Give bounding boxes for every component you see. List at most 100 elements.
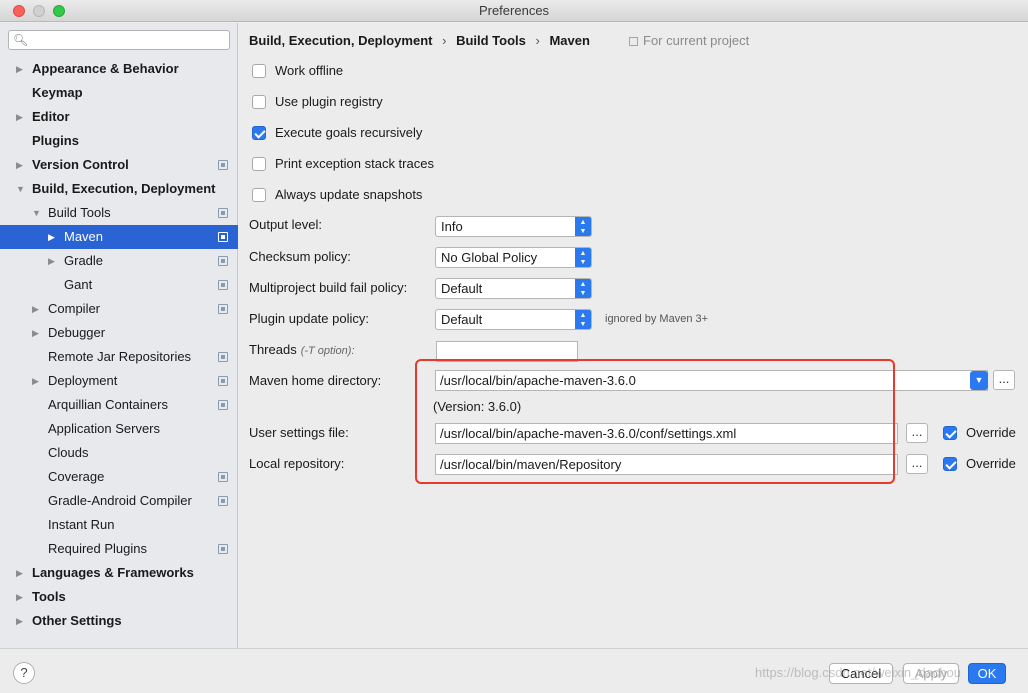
ignored-note: ignored by Maven 3+ — [605, 313, 709, 325]
sidebar-item-gradle[interactable]: ▶ Gradle — [0, 249, 238, 273]
sidebar-item-version-control[interactable]: ▶ Version Control — [0, 153, 238, 177]
expanded-arrow-icon[interactable]: ▼ — [16, 177, 25, 201]
collapsed-arrow-icon[interactable]: ▶ — [48, 249, 55, 273]
sidebar-item-label: Gant — [64, 277, 93, 292]
sidebar-item-build-tools[interactable]: ▼ Build Tools — [0, 201, 238, 225]
user-settings-input[interactable] — [440, 425, 893, 442]
local-repository-input[interactable] — [440, 456, 893, 473]
settings-sidebar: 🔍︎ ▶ Appearance & Behavior Keymap ▶ Editor Pl… — [0, 23, 238, 648]
multiproject-fail-policy-select[interactable]: Default ▲ ▼ — [435, 278, 592, 299]
project-scope-icon — [218, 376, 228, 386]
sidebar-item-label: Build, Execution, Deployment — [32, 181, 216, 196]
sidebar-item-label: Clouds — [48, 445, 89, 460]
settings-search-input[interactable] — [35, 32, 225, 48]
sidebar-item-maven[interactable]: ▶ Maven — [0, 225, 238, 249]
sidebar-item-label: Debugger — [48, 325, 106, 340]
collapsed-arrow-icon[interactable]: ▶ — [32, 297, 39, 321]
threads-field[interactable] — [436, 341, 578, 362]
sidebar-item-plugins[interactable]: Plugins — [0, 129, 238, 153]
sidebar-item-label: Required Plugins — [48, 541, 148, 556]
sidebar-item-keymap[interactable]: Keymap — [0, 81, 238, 105]
local-repository-browse-button[interactable]: ... — [906, 454, 928, 474]
maven-home-label: Maven home directory: — [249, 373, 382, 388]
sidebar-item-label: Editor — [32, 109, 70, 124]
cancel-button[interactable]: Cancel — [829, 663, 893, 684]
dialog-button-bar: ? Cancel Apply OK https://blog.csdn.net/… — [0, 648, 1028, 693]
search-icon[interactable]: 🔍︎ — [13, 33, 28, 47]
collapsed-arrow-icon[interactable]: ▶ — [16, 609, 23, 633]
close-window-button[interactable] — [13, 5, 25, 17]
sidebar-item-label: Appearance & Behavior — [32, 61, 179, 76]
project-scope-icon — [218, 544, 228, 554]
collapsed-arrow-icon[interactable]: ▶ — [16, 57, 23, 81]
collapsed-arrow-icon[interactable]: ▶ — [16, 561, 23, 585]
sidebar-item-clouds[interactable]: Clouds — [0, 441, 238, 465]
checkbox-label: Always update snapshots — [275, 187, 423, 202]
maven-home-input[interactable] — [440, 372, 983, 389]
collapsed-arrow-icon[interactable]: ▶ — [32, 369, 39, 393]
checkbox-label: Use plugin registry — [275, 94, 383, 109]
help-button[interactable]: ? — [13, 662, 35, 684]
plugin-update-policy-select[interactable]: Default ▲ ▼ — [435, 309, 592, 330]
sidebar-item-coverage[interactable]: Coverage — [0, 465, 238, 489]
checkbox-box[interactable] — [252, 157, 266, 171]
sidebar-item-deployment[interactable]: ▶ Deployment — [0, 369, 238, 393]
sidebar-item-languages-frameworks[interactable]: ▶ Languages & Frameworks — [0, 561, 238, 585]
collapsed-arrow-icon[interactable]: ▶ — [16, 153, 23, 177]
sidebar-item-arquillian-containers[interactable]: Arquillian Containers — [0, 393, 238, 417]
local-repository-field[interactable] — [435, 454, 898, 475]
maven-home-browse-button[interactable]: ... — [993, 370, 1015, 390]
select-value: Info — [441, 219, 463, 234]
user-settings-browse-button[interactable]: ... — [906, 423, 928, 443]
sidebar-item-tools[interactable]: ▶ Tools — [0, 585, 238, 609]
collapsed-arrow-icon[interactable]: ▶ — [16, 105, 23, 129]
maximize-window-button[interactable] — [53, 5, 65, 17]
sidebar-item-application-servers[interactable]: Application Servers — [0, 417, 238, 441]
expanded-arrow-icon[interactable]: ▼ — [32, 201, 41, 225]
checkbox-box[interactable] — [252, 188, 266, 202]
user-settings-field[interactable] — [435, 423, 898, 444]
project-scope-icon — [218, 304, 228, 314]
sidebar-item-remote-jar-repositories[interactable]: Remote Jar Repositories — [0, 345, 238, 369]
collapsed-arrow-icon[interactable]: ▶ — [48, 225, 55, 249]
sidebar-item-editor[interactable]: ▶ Editor — [0, 105, 238, 129]
project-scope-icon — [218, 232, 228, 242]
sidebar-item-other-settings[interactable]: ▶ Other Settings — [0, 609, 238, 633]
updown-arrows-icon[interactable]: ▲ ▼ — [575, 310, 591, 329]
checkbox-box[interactable] — [943, 426, 957, 440]
sidebar-item-required-plugins[interactable]: Required Plugins — [0, 537, 238, 561]
output-level-label: Output level: — [249, 217, 322, 232]
maven-home-combobox[interactable] — [435, 370, 988, 391]
breadcrumb-separator: › — [535, 33, 540, 48]
updown-arrows-icon[interactable]: ▲ ▼ — [575, 217, 591, 236]
project-scope-icon — [218, 400, 228, 410]
minimize-window-button[interactable] — [33, 5, 45, 17]
collapsed-arrow-icon[interactable]: ▶ — [32, 321, 39, 345]
chevron-down-icon[interactable]: ▼ — [970, 371, 988, 390]
sidebar-item-compiler[interactable]: ▶ Compiler — [0, 297, 238, 321]
sidebar-item-gant[interactable]: Gant — [0, 273, 238, 297]
checkbox-box[interactable] — [252, 126, 266, 140]
updown-arrows-icon[interactable]: ▲ ▼ — [575, 279, 591, 298]
checkbox-box[interactable] — [252, 64, 266, 78]
apply-button[interactable]: Apply — [903, 663, 959, 684]
collapsed-arrow-icon[interactable]: ▶ — [16, 585, 23, 609]
sidebar-item-label: Gradle — [64, 253, 104, 268]
sidebar-item-debugger[interactable]: ▶ Debugger — [0, 321, 238, 345]
sidebar-item-gradle-android-compiler[interactable]: Gradle-Android Compiler — [0, 489, 238, 513]
checkbox-box[interactable] — [943, 457, 957, 471]
output-level-select[interactable]: Info ▲ ▼ — [435, 216, 592, 237]
sidebar-item-appearance-behavior[interactable]: ▶ Appearance & Behavior — [0, 57, 238, 81]
sidebar-item-instant-run[interactable]: Instant Run — [0, 513, 238, 537]
local-repository-label: Local repository: — [249, 456, 345, 471]
sidebar-item-build-execution-deployment[interactable]: ▼ Build, Execution, Deployment — [0, 177, 238, 201]
ok-button[interactable]: OK — [968, 663, 1006, 684]
sidebar-item-label: Gradle-Android Compiler — [48, 493, 192, 508]
settings-search[interactable]: 🔍︎ — [8, 30, 230, 50]
checksum-policy-select[interactable]: No Global Policy ▲ ▼ — [435, 247, 592, 268]
threads-input[interactable] — [441, 343, 573, 360]
updown-arrows-icon[interactable]: ▲ ▼ — [575, 248, 591, 267]
checkbox-box[interactable] — [252, 95, 266, 109]
sidebar-item-label: Instant Run — [48, 517, 115, 532]
threads-label: Threads (-T option): — [249, 342, 355, 357]
